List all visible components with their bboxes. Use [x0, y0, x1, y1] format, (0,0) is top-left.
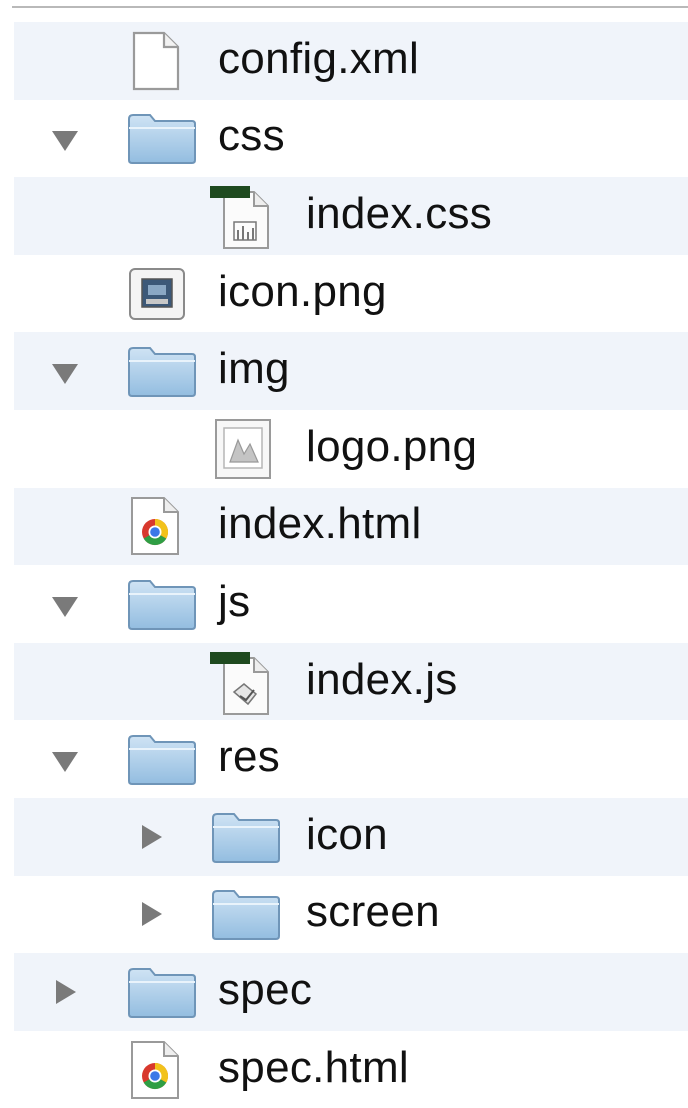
tree-row[interactable]: index.html — [14, 487, 688, 566]
disclosure-triangle-collapsed-icon[interactable] — [56, 979, 76, 1004]
tree-row-label: res — [218, 732, 281, 782]
tree-row[interactable]: img — [14, 332, 688, 410]
chrome-html-file-icon — [130, 1040, 180, 1100]
image-preview-icon — [214, 418, 272, 480]
tree-row[interactable]: spec.html — [14, 1031, 688, 1108]
tree-row[interactable]: screen — [14, 876, 688, 954]
tree-row-label: index.css — [306, 188, 493, 238]
disclosure-triangle-expanded-icon[interactable] — [52, 131, 78, 152]
tree-row[interactable]: index.js — [14, 642, 688, 721]
file-tree: config.xml css index.css icon.png img logo.pn… — [14, 22, 688, 1108]
tree-row[interactable]: icon — [14, 797, 688, 876]
tree-row[interactable]: icon.png — [14, 255, 688, 333]
folder-icon — [210, 810, 282, 864]
folder-icon — [126, 111, 198, 165]
tree-row[interactable]: index.css — [14, 177, 688, 255]
tree-row-label: index.html — [218, 499, 422, 549]
tree-row[interactable]: res — [14, 720, 688, 798]
tree-row-label: screen — [306, 887, 440, 937]
folder-icon — [126, 344, 198, 398]
tree-row[interactable]: css — [14, 100, 688, 178]
disclosure-triangle-collapsed-icon[interactable] — [142, 902, 162, 927]
top-divider — [12, 6, 688, 8]
script-file-icon — [210, 648, 280, 716]
tree-row-label: icon.png — [218, 266, 387, 316]
tree-row-label: css — [218, 111, 285, 161]
tree-row[interactable]: js — [14, 565, 688, 643]
tree-row[interactable]: logo.png — [14, 410, 688, 488]
image-file-icon — [128, 267, 186, 321]
tree-row-label: img — [218, 344, 290, 394]
tree-row[interactable]: spec — [14, 953, 688, 1031]
tree-row-label: js — [218, 576, 251, 626]
document-icon — [132, 31, 180, 91]
folder-icon — [126, 732, 198, 786]
disclosure-triangle-collapsed-icon[interactable] — [142, 824, 162, 849]
chrome-html-file-icon — [130, 496, 180, 556]
tree-row-label: config.xml — [218, 33, 420, 83]
disclosure-triangle-expanded-icon[interactable] — [52, 364, 78, 385]
folder-icon — [126, 965, 198, 1019]
tree-row-label: spec — [218, 964, 313, 1014]
stylesheet-file-icon — [210, 182, 280, 250]
tree-row-label: logo.png — [306, 421, 478, 471]
folder-icon — [210, 887, 282, 941]
tree-row-label: icon — [306, 809, 388, 859]
tree-row-label: index.js — [306, 654, 458, 704]
tree-row-label: spec.html — [218, 1042, 409, 1092]
disclosure-triangle-expanded-icon[interactable] — [52, 596, 78, 617]
disclosure-triangle-expanded-icon[interactable] — [52, 752, 78, 773]
tree-row[interactable]: config.xml — [14, 22, 688, 100]
folder-icon — [126, 577, 198, 631]
